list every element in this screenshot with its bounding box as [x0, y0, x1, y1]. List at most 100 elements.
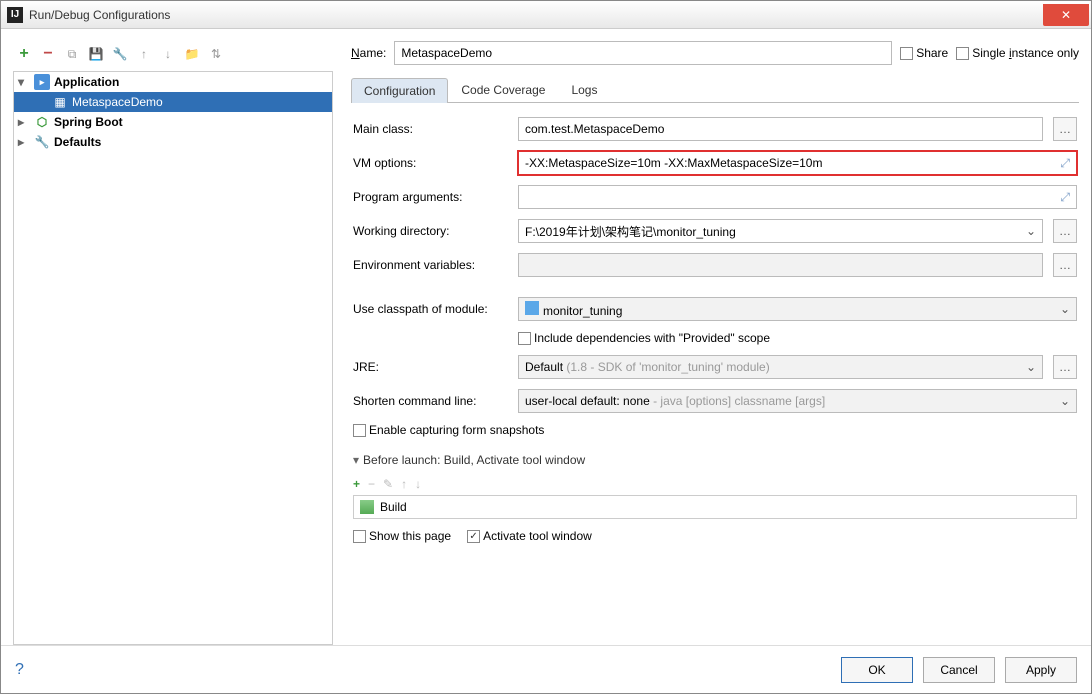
build-label: Build — [380, 500, 407, 514]
snapshots-label: Enable capturing form snapshots — [369, 423, 544, 437]
jre-field[interactable]: Default (1.8 - SDK of 'monitor_tuning' m… — [518, 355, 1043, 379]
before-launch-toolbar: + − ✎ ↑ ↓ — [353, 473, 1077, 495]
show-page-label: Show this page — [369, 529, 451, 543]
browse-workdir-button[interactable]: … — [1053, 219, 1077, 243]
name-row: Name: Share Single instance only — [351, 41, 1079, 65]
help-icon[interactable]: ? — [15, 661, 24, 679]
working-dir-field[interactable]: F:\2019年计划\架构笔记\monitor_tuning ⌄ — [518, 219, 1043, 243]
expand-icon[interactable]: ▾ — [18, 75, 30, 89]
shorten-text: user-local default: none - java [options… — [525, 394, 825, 408]
before-launch-title: Before launch: Build, Activate tool wind… — [363, 453, 585, 467]
tab-code-coverage[interactable]: Code Coverage — [448, 77, 558, 102]
tab-logs[interactable]: Logs — [558, 77, 610, 102]
chevron-down-icon[interactable]: ⌄ — [1026, 360, 1036, 374]
app-icon: IJ — [7, 7, 23, 23]
config-tree[interactable]: ▾ ▸ Application ▦ MetaspaceDemo ▸ ⬡ Spri… — [13, 71, 333, 645]
jre-label: JRE: — [353, 360, 508, 374]
activate-tool-checkbox[interactable]: ✓Activate tool window — [467, 529, 592, 543]
vm-options-field[interactable]: -XX:MetaspaceSize=10m -XX:MaxMetaspaceSi… — [518, 151, 1077, 175]
run-config-icon: ▦ — [52, 94, 68, 110]
jre-text: Default (1.8 - SDK of 'monitor_tuning' m… — [525, 360, 770, 374]
cancel-button[interactable]: Cancel — [923, 657, 995, 683]
application-icon: ▸ — [34, 74, 50, 90]
down-icon[interactable]: ↓ — [159, 45, 177, 63]
jre-row: JRE: Default (1.8 - SDK of 'monitor_tuni… — [353, 355, 1077, 379]
remove-icon[interactable]: − — [39, 45, 57, 63]
collapse-icon[interactable]: ▾ — [353, 453, 359, 467]
expand-icon[interactable]: ⤢ — [1060, 190, 1070, 205]
vm-options-value: -XX:MetaspaceSize=10m -XX:MaxMetaspaceSi… — [525, 156, 822, 170]
program-args-field[interactable]: ⤢ — [518, 185, 1077, 209]
classpath-value: monitor_tuning — [543, 304, 622, 318]
browse-jre-button[interactable]: … — [1053, 355, 1077, 379]
shorten-label: Shorten command line: — [353, 394, 508, 408]
tree-label: Spring Boot — [54, 115, 123, 129]
close-button[interactable]: ✕ — [1043, 4, 1089, 26]
folder-icon[interactable]: 📁 — [183, 45, 201, 63]
wrench-icon[interactable]: 🔧 — [111, 45, 129, 63]
include-provided-row: Include dependencies with "Provided" sco… — [353, 331, 1077, 345]
springboot-icon: ⬡ — [34, 114, 50, 130]
tabs: Configuration Code Coverage Logs — [351, 77, 1079, 103]
tree-label: Application — [54, 75, 119, 89]
shorten-field[interactable]: user-local default: none - java [options… — [518, 389, 1077, 413]
working-dir-value: F:\2019年计划\架构笔记\monitor_tuning — [525, 223, 736, 240]
main-class-value: com.test.MetaspaceDemo — [525, 122, 664, 136]
chevron-down-icon[interactable]: ⌄ — [1060, 394, 1070, 408]
add-icon[interactable]: + — [15, 45, 33, 63]
expand-icon[interactable]: ▸ — [18, 115, 30, 129]
classpath-field[interactable]: monitor_tuning ⌄ — [518, 297, 1077, 321]
copy-icon[interactable]: ⧉ — [63, 45, 81, 63]
before-launch-header[interactable]: ▾ Before launch: Build, Activate tool wi… — [353, 453, 1077, 467]
left-panel: + − ⧉ 💾 🔧 ↑ ↓ 📁 ⇅ ▾ ▸ Application ▦ Meta… — [13, 41, 333, 645]
tree-label: Defaults — [54, 135, 101, 149]
browse-main-class-button[interactable]: … — [1053, 117, 1077, 141]
tab-configuration[interactable]: Configuration — [351, 78, 448, 103]
ok-button[interactable]: OK — [841, 657, 913, 683]
chevron-down-icon[interactable]: ⌄ — [1026, 224, 1036, 238]
include-provided-checkbox[interactable]: Include dependencies with "Provided" sco… — [518, 331, 770, 345]
share-checkbox[interactable]: Share — [900, 46, 948, 60]
browse-env-button[interactable]: … — [1053, 253, 1077, 277]
env-vars-field[interactable] — [518, 253, 1043, 277]
module-value: monitor_tuning — [525, 301, 622, 318]
snapshots-row: Enable capturing form snapshots — [353, 423, 1077, 437]
titlebar: IJ Run/Debug Configurations ✕ — [1, 1, 1091, 29]
dialog-window: IJ Run/Debug Configurations ✕ + − ⧉ 💾 🔧 … — [0, 0, 1092, 694]
expand-icon[interactable]: ⤢ — [1060, 156, 1070, 171]
add-task-icon[interactable]: + — [353, 477, 360, 491]
down-task-icon[interactable]: ↓ — [415, 477, 421, 491]
snapshots-checkbox[interactable]: Enable capturing form snapshots — [353, 423, 544, 437]
share-label: Share — [916, 46, 948, 60]
tree-label: MetaspaceDemo — [72, 95, 163, 109]
up-icon[interactable]: ↑ — [135, 45, 153, 63]
module-icon — [525, 301, 539, 315]
footer-buttons: OK Cancel Apply — [841, 657, 1077, 683]
apply-button[interactable]: Apply — [1005, 657, 1077, 683]
program-args-row: Program arguments: ⤢ — [353, 185, 1077, 209]
tree-springboot[interactable]: ▸ ⬡ Spring Boot — [14, 112, 332, 132]
right-panel: Name: Share Single instance only Configu… — [333, 41, 1079, 645]
tree-defaults[interactable]: ▸ 🔧 Defaults — [14, 132, 332, 152]
env-vars-label: Environment variables: — [353, 258, 508, 272]
save-icon[interactable]: 💾 — [87, 45, 105, 63]
vm-options-row: VM options: -XX:MetaspaceSize=10m -XX:Ma… — [353, 151, 1077, 175]
sort-icon[interactable]: ⇅ — [207, 45, 225, 63]
remove-task-icon[interactable]: − — [368, 477, 375, 491]
main-class-field[interactable]: com.test.MetaspaceDemo — [518, 117, 1043, 141]
single-instance-checkbox[interactable]: Single instance only — [956, 46, 1079, 60]
tree-application[interactable]: ▾ ▸ Application — [14, 72, 332, 92]
tree-metaspacedemo[interactable]: ▦ MetaspaceDemo — [14, 92, 332, 112]
expand-icon[interactable]: ▸ — [18, 135, 30, 149]
defaults-icon: 🔧 — [34, 134, 50, 150]
build-icon — [360, 500, 374, 514]
up-task-icon[interactable]: ↑ — [401, 477, 407, 491]
show-page-checkbox[interactable]: Show this page — [353, 529, 451, 543]
build-task[interactable]: Build — [353, 495, 1077, 519]
edit-task-icon[interactable]: ✎ — [383, 477, 393, 491]
include-provided-label: Include dependencies with "Provided" sco… — [534, 331, 770, 345]
name-input[interactable] — [394, 41, 892, 65]
env-vars-row: Environment variables: … — [353, 253, 1077, 277]
chevron-down-icon[interactable]: ⌄ — [1060, 302, 1070, 316]
working-dir-label: Working directory: — [353, 224, 508, 238]
